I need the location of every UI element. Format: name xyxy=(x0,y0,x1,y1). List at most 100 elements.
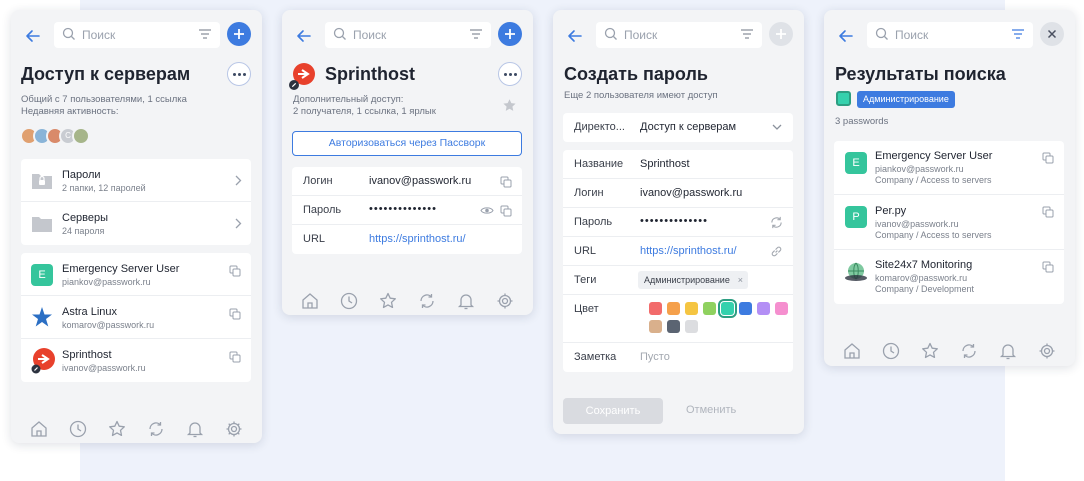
sync-icon[interactable] xyxy=(418,292,436,310)
bell-icon[interactable] xyxy=(186,420,204,438)
search-input[interactable]: Поиск xyxy=(596,22,762,48)
globe-monitor-icon xyxy=(845,262,867,281)
link-icon[interactable] xyxy=(770,245,783,258)
gear-icon[interactable] xyxy=(225,420,243,438)
more-button[interactable] xyxy=(498,62,522,86)
login-input[interactable]: ivanov@passwork.ru xyxy=(640,187,742,199)
home-icon[interactable] xyxy=(30,420,48,438)
star-icon[interactable] xyxy=(502,98,517,113)
tag-chip[interactable]: Администрирование × xyxy=(638,271,748,289)
search-icon xyxy=(604,27,617,40)
password-list: E Emergency Server User piankov@passwork… xyxy=(21,253,251,382)
color-filter-swatch[interactable] xyxy=(836,91,851,106)
color-swatch[interactable] xyxy=(703,302,716,315)
eye-icon[interactable] xyxy=(480,205,494,216)
copy-icon[interactable] xyxy=(1042,206,1054,218)
note-input[interactable]: Пусто xyxy=(640,351,670,363)
filter-icon[interactable] xyxy=(469,28,483,40)
filter-icon[interactable] xyxy=(740,28,754,40)
close-search-button[interactable] xyxy=(1040,22,1064,46)
password-input[interactable]: •••••••••••••• xyxy=(640,215,708,227)
home-icon[interactable] xyxy=(301,292,319,310)
color-swatch[interactable] xyxy=(739,302,752,315)
sync-icon[interactable] xyxy=(147,420,165,438)
filter-icon[interactable] xyxy=(198,28,212,40)
password-form: Название Sprinthost Логин ivanov@passwor… xyxy=(563,150,793,372)
gear-icon[interactable] xyxy=(1038,342,1056,360)
bell-icon[interactable] xyxy=(999,342,1017,360)
generate-refresh-icon[interactable] xyxy=(770,216,783,229)
password-row[interactable]: E Emergency Server User piankov@passwork… xyxy=(21,253,251,296)
cancel-button[interactable]: Отменить xyxy=(686,404,736,416)
login-value[interactable]: ivanov@passwork.ru xyxy=(369,175,471,187)
back-arrow-icon[interactable] xyxy=(294,26,314,46)
clock-icon[interactable] xyxy=(69,420,87,438)
back-arrow-icon[interactable] xyxy=(565,26,585,46)
color-swatch[interactable] xyxy=(685,302,698,315)
password-row[interactable]: Astra Linux komarov@passwork.ru xyxy=(21,296,251,339)
color-swatch[interactable] xyxy=(757,302,770,315)
color-swatch[interactable] xyxy=(775,302,788,315)
copy-icon[interactable] xyxy=(1042,152,1054,164)
authorize-button[interactable]: Авторизоваться через Пассворк xyxy=(292,131,522,156)
letter-badge: P xyxy=(845,206,867,228)
panel-folder: Поиск Доступ к серверам Общий с 7 пользо… xyxy=(11,10,262,443)
search-input[interactable]: Поиск xyxy=(867,22,1033,48)
url-input[interactable]: https://sprinthost.ru/ xyxy=(640,245,737,257)
name-input[interactable]: Sprinthost xyxy=(640,158,690,170)
color-swatch[interactable] xyxy=(718,299,737,318)
directory-select[interactable]: Директо... Доступ к серверам xyxy=(563,113,793,142)
avatar-group[interactable]: С xyxy=(20,127,120,147)
bottom-nav xyxy=(11,410,262,443)
color-swatch[interactable] xyxy=(649,320,662,333)
clock-icon[interactable] xyxy=(340,292,358,310)
copy-icon[interactable] xyxy=(229,308,241,320)
result-row[interactable]: P Per.py ivanov@passwork.ru Company / Ac… xyxy=(834,195,1064,250)
plus-icon xyxy=(505,29,515,39)
folder-icon xyxy=(32,217,52,232)
url-link[interactable]: https://sprinthost.ru/ xyxy=(369,233,466,245)
copy-icon[interactable] xyxy=(500,205,512,217)
result-row[interactable]: E Emergency Server User piankov@passwork… xyxy=(834,141,1064,195)
bell-icon[interactable] xyxy=(457,292,475,310)
add-button[interactable] xyxy=(498,22,522,46)
copy-icon[interactable] xyxy=(229,265,241,277)
folder-row-passwords[interactable]: Пароли 2 папки, 12 паролей xyxy=(21,159,251,202)
home-icon[interactable] xyxy=(843,342,861,360)
color-swatch[interactable] xyxy=(667,320,680,333)
star-icon[interactable] xyxy=(921,342,939,360)
back-arrow-icon[interactable] xyxy=(836,26,856,46)
search-input[interactable]: Поиск xyxy=(325,22,491,48)
search-input[interactable]: Поиск xyxy=(54,22,220,48)
folder-name: Серверы xyxy=(62,212,109,224)
sync-icon[interactable] xyxy=(960,342,978,360)
letter-badge: E xyxy=(845,152,867,174)
clock-icon[interactable] xyxy=(882,342,900,360)
add-button[interactable] xyxy=(227,22,251,46)
gear-icon[interactable] xyxy=(496,292,514,310)
copy-icon[interactable] xyxy=(1042,261,1054,273)
back-arrow-icon[interactable] xyxy=(23,26,43,46)
star-icon[interactable] xyxy=(108,420,126,438)
folder-row-servers[interactable]: Серверы 24 пароля xyxy=(21,202,251,245)
close-icon[interactable]: × xyxy=(738,271,743,289)
filter-tag[interactable]: Администрирование xyxy=(857,91,955,108)
color-swatch[interactable] xyxy=(649,302,662,315)
result-row[interactable]: Site24x7 Monitoring komarov@passwork.ru … xyxy=(834,250,1064,304)
copy-icon[interactable] xyxy=(229,351,241,363)
letter-badge: E xyxy=(31,264,53,286)
result-list: E Emergency Server User piankov@passwork… xyxy=(834,141,1064,304)
item-name: Emergency Server User xyxy=(62,263,180,275)
color-swatch[interactable] xyxy=(685,320,698,333)
star-icon[interactable] xyxy=(379,292,397,310)
color-swatch[interactable] xyxy=(667,302,680,315)
password-row[interactable]: Sprinthost ivanov@passwork.ru xyxy=(21,339,251,382)
recent-activity-label: Недавняя активность: xyxy=(21,106,119,117)
save-button[interactable]: Сохранить xyxy=(563,398,663,424)
password-value[interactable]: •••••••••••••• xyxy=(369,203,437,215)
more-button[interactable] xyxy=(227,62,251,86)
filter-icon[interactable] xyxy=(1011,28,1025,40)
add-button[interactable] xyxy=(769,22,793,46)
tag-text: Администрирование xyxy=(644,275,730,285)
copy-icon[interactable] xyxy=(500,176,512,188)
